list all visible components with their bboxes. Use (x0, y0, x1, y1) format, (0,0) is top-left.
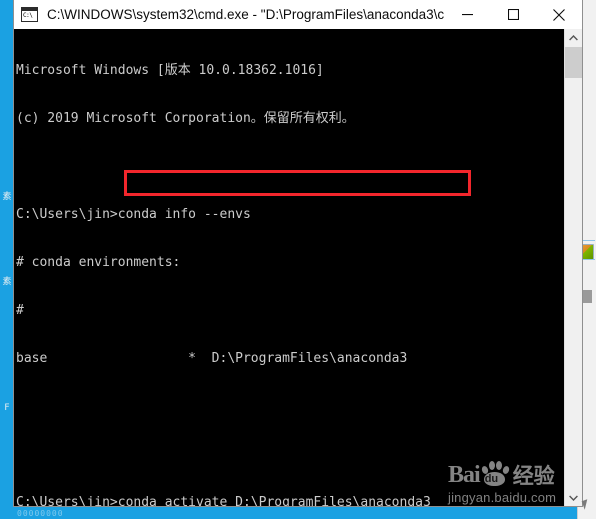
cmd-titlebar[interactable]: C:\WINDOWS\system32\cmd.exe - "D:\Progra… (14, 0, 582, 30)
close-icon (553, 8, 565, 21)
window-controls (444, 0, 582, 29)
cmd-window: C:\WINDOWS\system32\cmd.exe - "D:\Progra… (14, 0, 582, 506)
console-line: Microsoft Windows [版本 10.0.18362.1016] (16, 63, 324, 78)
background-bottom-text: 00000000 (17, 509, 64, 518)
console-line: # (16, 303, 24, 318)
watermark-logo-row: Bai du 经验 (448, 459, 576, 487)
close-button[interactable] (536, 0, 582, 29)
console-line: C:\Users\jin>conda info --envs (16, 207, 251, 222)
paw-toe (495, 461, 502, 470)
baidu-jingyan-watermark: Bai du 经验 jingyan.baidu.com (448, 459, 576, 505)
screenshot-root: 素 素 F 00000000 C:\WINDOWS\system32\cmd.e… (0, 0, 596, 519)
watermark-url: jingyan.baidu.com (448, 490, 557, 505)
console-text: Microsoft Windows [版本 10.0.18362.1016] (… (16, 31, 564, 506)
minimize-icon (461, 14, 473, 16)
maximize-icon (507, 9, 519, 20)
console-scrollbar[interactable] (564, 29, 582, 506)
watermark-brand-cn: 经验 (512, 464, 555, 488)
desktop-accent-strip-left (0, 0, 14, 519)
background-text-upper: 素 (2, 192, 12, 202)
console-line: base * D:\ProgramFiles\anaconda3 (16, 351, 408, 366)
paw-toe (488, 461, 495, 470)
desktop-accent-strip-bottom (0, 506, 596, 519)
scrollbar-up-button[interactable] (565, 29, 582, 46)
background-chip (582, 290, 592, 303)
console-line: # conda environments: (16, 255, 181, 270)
console-line: (c) 2019 Microsoft Corporation。保留所有权利。 (16, 111, 355, 126)
background-text-lower: F (4, 403, 10, 413)
paw-toe (501, 465, 510, 475)
watermark-brand-latin: Bai (448, 462, 481, 488)
chevron-up-icon (569, 34, 578, 40)
minimize-button[interactable] (444, 0, 490, 29)
scrollbar-thumb[interactable] (565, 47, 582, 78)
paw-icon: du (480, 461, 510, 487)
window-title: C:\WINDOWS\system32\cmd.exe - "D:\Progra… (47, 7, 471, 22)
background-text-middle: 素 (2, 277, 12, 287)
cmd-icon (21, 7, 38, 22)
watermark-brand-inner: du (484, 473, 499, 485)
maximize-button[interactable] (490, 0, 536, 29)
console-output-area[interactable]: Microsoft Windows [版本 10.0.18362.1016] (… (14, 29, 582, 506)
